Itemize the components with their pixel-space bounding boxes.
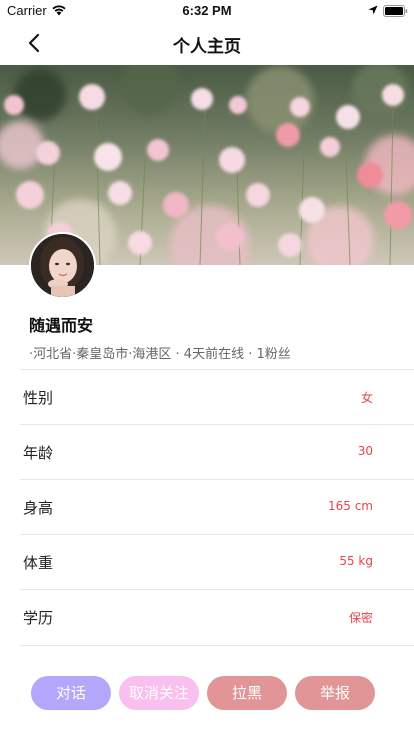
action-bar: 对话 取消关注 拉黑 举报 [0, 676, 414, 712]
detail-row-age: 年龄 30 [0, 425, 414, 480]
avatar[interactable] [29, 232, 96, 299]
report-button[interactable]: 举报 [295, 676, 375, 710]
clock: 6:32 PM [182, 3, 232, 18]
nav-bar: 个人主页 [0, 22, 414, 65]
battery-icon [383, 5, 408, 17]
detail-value: 165 cm [327, 499, 373, 513]
profile-meta: ·河北省·秦皇岛市·海港区 · 4天前在线 · 1粉丝 [29, 347, 291, 362]
page-title: 个人主页 [173, 37, 241, 57]
detail-value: 保密 [348, 611, 373, 625]
detail-label: 学历 [23, 609, 54, 627]
status-bar: Carrier 6:32 PM [0, 0, 414, 22]
detail-row-education: 学历 保密 [0, 590, 414, 645]
detail-value: 30 [357, 444, 373, 458]
detail-row-gender: 性别 女 [0, 370, 414, 425]
block-button[interactable]: 拉黑 [207, 676, 287, 710]
detail-label: 性别 [23, 389, 54, 407]
detail-value: 55 kg [339, 554, 373, 568]
detail-value: 女 [360, 391, 373, 405]
username: 随遇而安 [29, 316, 94, 335]
divider [20, 645, 414, 646]
unfollow-button[interactable]: 取消关注 [119, 676, 199, 710]
detail-label: 体重 [23, 554, 54, 572]
detail-row-height: 身高 165 cm [0, 480, 414, 535]
detail-row-weight: 体重 55 kg [0, 535, 414, 590]
detail-label: 身高 [23, 499, 54, 517]
location-arrow-icon [368, 5, 378, 15]
chat-button[interactable]: 对话 [31, 676, 111, 710]
detail-label: 年龄 [23, 444, 54, 462]
